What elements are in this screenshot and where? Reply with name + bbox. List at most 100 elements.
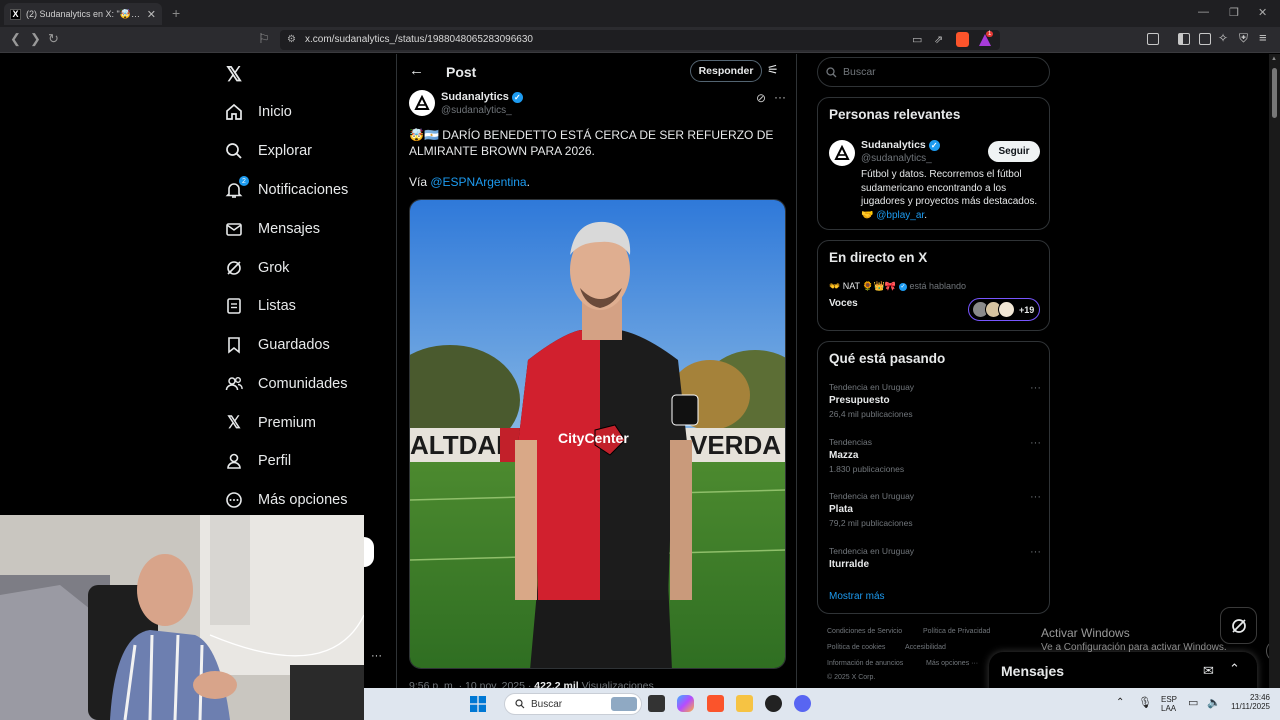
footer-accessibility-link[interactable]: Accesibilidad — [905, 644, 946, 651]
restore-icon[interactable]: ❐ — [1229, 6, 1239, 19]
nav-item-guardados[interactable]: Guardados — [224, 329, 330, 361]
file-explorer-icon[interactable] — [736, 695, 753, 712]
bio-mention-link[interactable]: @bplay_ar — [876, 210, 924, 221]
mention-link[interactable]: @ESPNArgentina — [430, 175, 526, 189]
sidebar-panel-icon[interactable] — [1178, 33, 1190, 45]
new-message-icon[interactable]: ✉ — [1203, 663, 1214, 679]
obs-icon[interactable] — [765, 695, 782, 712]
tab-close-icon[interactable]: ✕ — [147, 8, 156, 21]
bookmark-page-icon[interactable]: ⚐ — [258, 31, 270, 47]
card-title: En directo en X — [829, 250, 928, 265]
vpn-shield-icon[interactable]: ⛨ — [1239, 31, 1248, 46]
more-options-icon[interactable]: ··· — [774, 90, 786, 104]
volume-icon[interactable]: 🔈 — [1207, 696, 1221, 709]
cast-icon[interactable]: ▭ — [912, 33, 922, 46]
trend-more-icon[interactable]: ··· — [1030, 437, 1041, 449]
trend-more-icon[interactable]: ··· — [1030, 546, 1041, 558]
trend-more-icon[interactable]: ··· — [1030, 491, 1041, 503]
copilot-icon[interactable] — [677, 695, 694, 712]
sliders-icon[interactable]: ⚟ — [767, 62, 779, 78]
author-handle[interactable]: @sudanalytics_ — [441, 105, 512, 116]
account-more-icon[interactable]: ··· — [371, 650, 382, 662]
page-scrollbar[interactable]: ▲ — [1269, 54, 1280, 688]
post-header: ← Post Responder ⚟ — [397, 54, 797, 90]
nav-item-grok[interactable]: Grok — [224, 252, 289, 284]
network-icon[interactable]: ▭ — [1188, 696, 1198, 709]
scroll-up-icon[interactable]: ▲ — [1271, 56, 1277, 62]
svg-text:ALTDAD: ALTDAD — [410, 430, 515, 460]
relevant-handle[interactable]: @sudanalytics_ — [861, 153, 932, 164]
discord-icon[interactable] — [794, 695, 811, 712]
grok-explain-icon[interactable]: ⊘ — [756, 91, 766, 105]
language-indicator[interactable]: ESP LAA — [1161, 695, 1177, 713]
reload-icon[interactable]: ↻ — [48, 31, 59, 47]
nav-item-premium[interactable]: 𝕏 Premium — [224, 407, 316, 439]
sidebar-toggle-icon[interactable] — [1147, 33, 1159, 45]
trend-more-icon[interactable]: ··· — [1030, 382, 1041, 394]
site-info-icon[interactable]: ⚙ — [287, 34, 296, 45]
trend-item[interactable]: Tendencias Mazza 1.830 publicaciones ··· — [829, 437, 1041, 474]
task-view-icon[interactable] — [648, 695, 665, 712]
nav-item-comunidades[interactable]: Comunidades — [224, 368, 347, 400]
microphone-icon[interactable]: 🎙 — [1138, 696, 1152, 709]
taskbar-search[interactable]: Buscar — [504, 693, 642, 715]
x-logo-icon[interactable]: 𝕏 — [226, 62, 242, 87]
tweet-photo[interactable]: ALTDAD VERDA CityCenter — [409, 199, 786, 669]
windows-start-icon[interactable] — [470, 696, 486, 717]
nav-item-explorar[interactable]: Explorar — [224, 135, 312, 167]
back-arrow-icon[interactable]: ← — [409, 62, 424, 79]
brave-browser-icon[interactable] — [707, 695, 724, 712]
follow-button[interactable]: Seguir — [988, 141, 1040, 162]
footer-more-link[interactable]: Más opciones ··· — [926, 660, 978, 667]
nav-item-inicio[interactable]: Inicio — [224, 96, 292, 128]
author-name-text: Sudanalytics — [441, 91, 509, 103]
close-window-icon[interactable]: ✕ — [1258, 6, 1267, 19]
bell-icon: 2 — [224, 176, 249, 200]
url-field[interactable]: ⚙ x.com/sudanalytics_/status/19880480652… — [280, 30, 1000, 50]
brave-shields-icon[interactable] — [956, 32, 969, 47]
author-name[interactable]: Sudanalytics ✓ — [441, 91, 523, 103]
reply-button[interactable]: Responder — [690, 60, 762, 82]
nav-item-mas-opciones[interactable]: Más opciones — [224, 484, 347, 516]
forward-icon[interactable]: ❯ — [30, 31, 41, 47]
new-tab-button[interactable]: + — [172, 5, 180, 21]
windows-taskbar: Buscar ⌃ 🎙 ESP LAA ▭ 🔈 23:46 11/11/2025 — [364, 688, 1280, 720]
nav-item-notificaciones[interactable]: 2 Notificaciones — [224, 174, 348, 206]
show-more-link[interactable]: Mostrar más — [829, 591, 885, 602]
trend-item[interactable]: Tendencia en Uruguay Plata 79,2 mil publ… — [829, 491, 1041, 528]
messages-drawer[interactable]: Mensajes ✉ ⌃ — [989, 652, 1257, 692]
live-card[interactable]: En directo en X 👐 NAT 🌻👑🎀 ✓ está hablando… — [817, 240, 1050, 331]
footer-cookies-link[interactable]: Política de cookies — [827, 644, 885, 651]
nav-item-mensajes[interactable]: Mensajes — [224, 213, 320, 245]
menu-icon[interactable]: ≡ — [1259, 30, 1267, 45]
footer-terms-link[interactable]: Condiciones de Servicio — [827, 628, 902, 635]
author-avatar[interactable] — [409, 90, 435, 116]
browser-tab[interactable]: X (2) Sudanalytics en X: "🤯🇦🇷 DARÍO BENE… — [4, 3, 162, 25]
trend-item[interactable]: Tendencia en Uruguay Presupuesto 26,4 mi… — [829, 382, 1041, 419]
clock[interactable]: 23:46 11/11/2025 — [1226, 693, 1270, 711]
grok-floating-button[interactable] — [1220, 607, 1257, 644]
relevant-avatar[interactable] — [829, 140, 855, 166]
webcam-video — [0, 515, 364, 720]
search-field[interactable]: Buscar — [817, 57, 1050, 87]
expand-drawer-icon[interactable]: ⌃ — [1229, 661, 1240, 677]
tray-overflow-icon[interactable]: ⌃ — [1116, 697, 1124, 708]
nav-item-perfil[interactable]: Perfil — [224, 445, 291, 477]
relevant-name[interactable]: Sudanalytics ✓ — [861, 139, 940, 151]
listeners-pill[interactable]: +19 — [968, 298, 1040, 321]
minimize-icon[interactable]: — — [1198, 6, 1209, 18]
footer-ads-link[interactable]: Información de anuncios — [827, 660, 903, 667]
trend-name: Iturralde — [829, 559, 870, 570]
trend-item[interactable]: Tendencia en Uruguay Iturralde ··· — [829, 546, 1041, 570]
footer-privacy-link[interactable]: Política de Privacidad — [923, 628, 990, 635]
nav-item-listas[interactable]: Listas — [224, 290, 296, 322]
leo-ai-icon[interactable]: ✧ — [1218, 31, 1228, 45]
wallet-icon[interactable] — [1199, 33, 1211, 45]
verified-badge-icon: ✓ — [511, 91, 523, 103]
taskbar-search-placeholder: Buscar — [531, 698, 563, 710]
scrollbar-thumb[interactable] — [1272, 68, 1277, 118]
back-icon[interactable]: ❮ — [10, 31, 21, 47]
share-icon[interactable]: ⇗ — [934, 33, 943, 46]
footballer-photo: ALTDAD VERDA CityCenter — [410, 200, 785, 668]
collapsed-post-button[interactable] — [364, 537, 374, 567]
